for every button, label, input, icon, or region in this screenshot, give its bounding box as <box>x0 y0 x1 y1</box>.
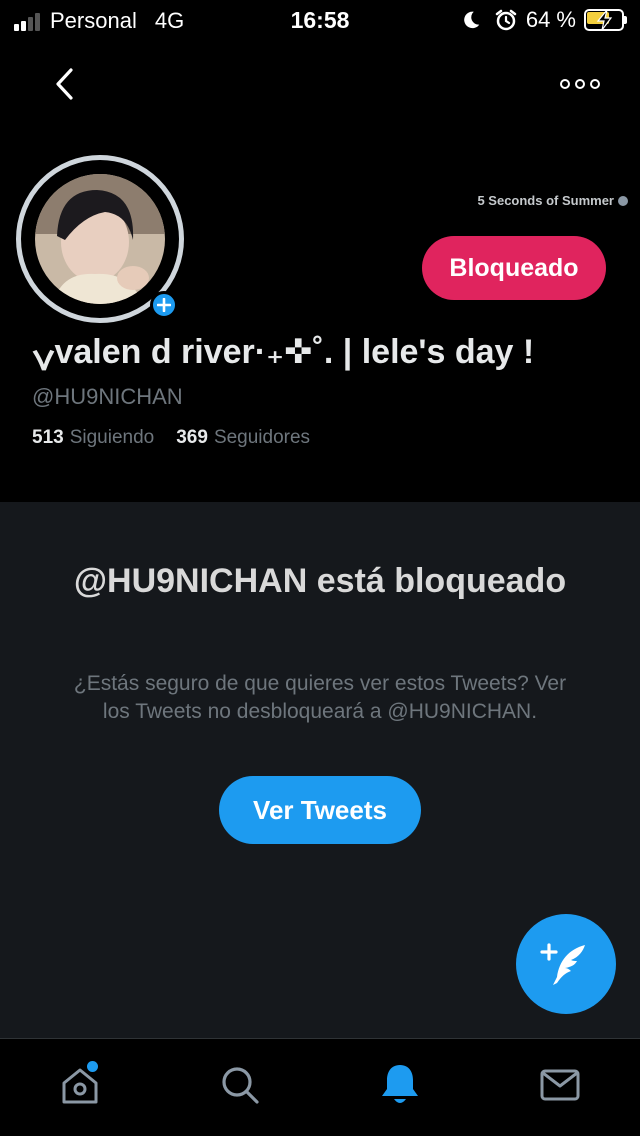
following-label[interactable]: Siguiendo <box>70 427 155 449</box>
more-options-icon[interactable] <box>560 70 600 98</box>
blocked-button[interactable]: Bloqueado <box>422 236 606 300</box>
tab-search[interactable] <box>210 1055 270 1115</box>
compose-tweet-button[interactable] <box>516 914 616 1014</box>
display-name: ݍvalen d river·₊✜˚. | lele's day ! <box>32 333 535 371</box>
tab-home[interactable] <box>50 1055 110 1115</box>
followers-label[interactable]: Seguidores <box>214 427 310 449</box>
compose-tweet-icon <box>540 943 585 985</box>
profile-stats: 513 Siguiendo 369 Seguidores <box>32 427 332 449</box>
following-count[interactable]: 513 <box>32 427 64 449</box>
moon-icon <box>464 11 480 29</box>
tab-notifications[interactable] <box>370 1055 430 1115</box>
search-icon <box>222 1066 259 1104</box>
avatar-photo <box>35 174 165 304</box>
back-button[interactable] <box>46 64 82 104</box>
tab-bar <box>0 1038 640 1136</box>
battery-percent: 64 % <box>525 7 576 32</box>
verified-icon <box>618 195 628 206</box>
header-note-text: 5 Seconds of Summer <box>477 193 614 208</box>
followers-count[interactable]: 369 <box>176 427 208 449</box>
status-bar: Personal 4G 16:58 64 % <box>0 0 640 42</box>
add-avatar-icon[interactable] <box>150 291 178 319</box>
profile-handle: @HU9NICHAN <box>32 384 183 409</box>
header-note: 5 Seconds of Summer <box>477 193 628 208</box>
battery-charging-icon <box>584 9 628 31</box>
alarm-icon <box>495 9 517 31</box>
mail-icon <box>540 1069 580 1100</box>
profile-screen: Personal 4G 16:58 64 % 5 Seconds of Summ… <box>0 0 640 1136</box>
tab-messages[interactable] <box>530 1055 590 1115</box>
status-right: 64 % <box>460 7 628 33</box>
blocked-description: ¿Estás seguro de que quieres ver estos T… <box>73 672 567 723</box>
blocked-title: @HU9NICHAN está bloqueado <box>73 562 567 600</box>
view-tweets-button[interactable]: Ver Tweets <box>219 776 421 844</box>
bell-icon <box>382 1064 418 1103</box>
home-notification-dot <box>87 1060 98 1072</box>
chevron-left-icon <box>56 68 73 100</box>
